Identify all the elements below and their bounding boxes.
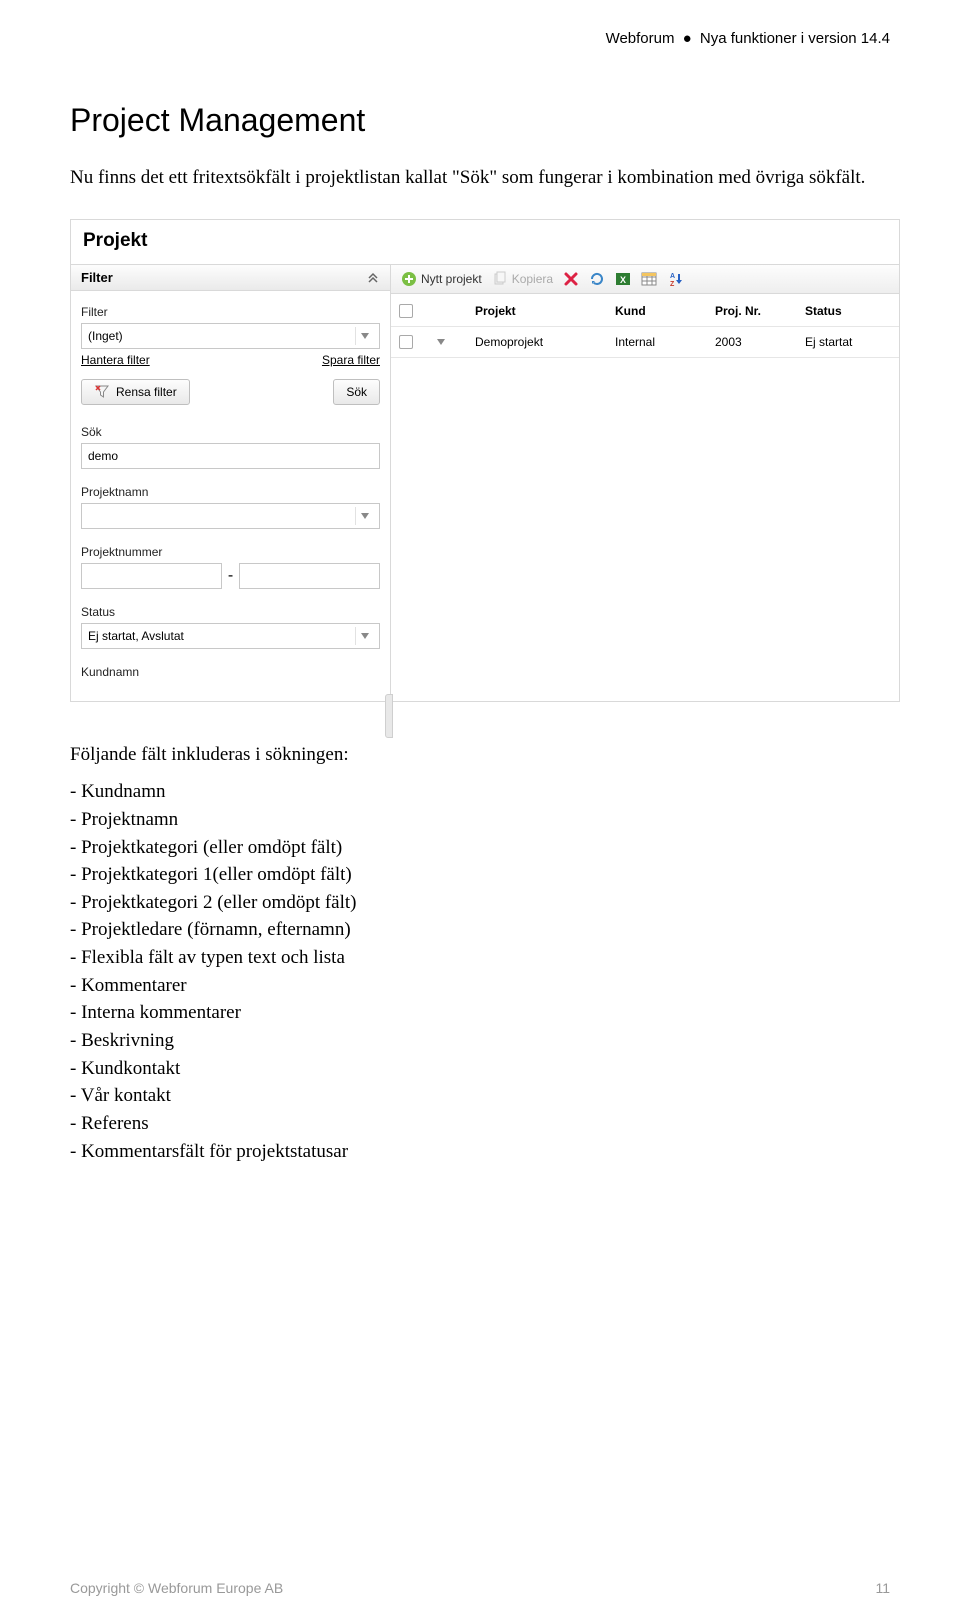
- post-text: Följande fält inkluderas i sökningen: - …: [70, 742, 890, 1165]
- dropdown-icon: [355, 327, 373, 345]
- row-projekt: Demoprojekt: [467, 335, 607, 349]
- status-select[interactable]: Ej startat, Avslutat: [81, 623, 380, 649]
- post-list-item: - Projektkategori 1(eller omdöpt fält): [70, 862, 890, 888]
- header-rest: Nya funktioner i version 14.4: [700, 30, 890, 47]
- header-bullet: ●: [683, 30, 692, 47]
- post-list: - Kundnamn- Projektnamn- Projektkategori…: [70, 779, 890, 1164]
- save-filter-link[interactable]: Spara filter: [322, 353, 380, 367]
- post-list-item: - Referens: [70, 1111, 890, 1137]
- filter-panel-label: Filter: [81, 270, 113, 285]
- post-list-item: - Projektkategori (eller omdöpt fält): [70, 835, 890, 861]
- projectnumber-label: Projektnummer: [81, 545, 380, 559]
- page-title: Project Management: [70, 102, 890, 139]
- copy-icon: [492, 271, 508, 287]
- row-projnr: 2003: [707, 335, 797, 349]
- footer-copyright: Copyright © Webforum Europe AB: [70, 1580, 283, 1596]
- post-lead: Följande fält inkluderas i sökningen:: [70, 742, 890, 768]
- search-button-label: Sök: [346, 385, 367, 399]
- app-screenshot: Projekt Filter Filter (Inget) Hantera fi…: [70, 219, 900, 702]
- search-label: Sök: [81, 425, 380, 439]
- new-project-button[interactable]: Nytt projekt: [401, 271, 482, 287]
- footer: Copyright © Webforum Europe AB 11: [70, 1580, 890, 1596]
- col-status[interactable]: Status: [797, 304, 899, 318]
- dropdown-icon: [355, 627, 373, 645]
- post-list-item: - Kundnamn: [70, 779, 890, 805]
- app-title: Projekt: [71, 220, 899, 264]
- sort-az-icon: AZ: [667, 271, 683, 287]
- col-kund[interactable]: Kund: [607, 304, 707, 318]
- post-list-item: - Kommentarsfält för projektstatusar: [70, 1139, 890, 1165]
- search-button[interactable]: Sök: [333, 379, 380, 405]
- svg-text:A: A: [670, 273, 675, 280]
- manage-filter-link[interactable]: Hantera filter: [81, 353, 150, 367]
- projectnumber-to-input[interactable]: [239, 563, 380, 589]
- delete-button[interactable]: [563, 271, 579, 287]
- refresh-button[interactable]: [589, 271, 605, 287]
- projectnumber-from-input[interactable]: [81, 563, 222, 589]
- filter-panel-header[interactable]: Filter: [71, 264, 390, 291]
- svg-text:Z: Z: [670, 281, 675, 287]
- svg-text:X: X: [620, 275, 626, 285]
- sidebar: Filter Filter (Inget) Hantera filter Spa…: [71, 264, 391, 701]
- filter-select[interactable]: (Inget): [81, 323, 380, 349]
- status-label: Status: [81, 605, 380, 619]
- post-list-item: - Vår kontakt: [70, 1083, 890, 1109]
- status-value: Ej startat, Avslutat: [88, 629, 184, 643]
- select-all-checkbox[interactable]: [399, 304, 413, 318]
- export-excel-button[interactable]: X: [615, 271, 631, 287]
- filter-select-value: (Inget): [88, 329, 123, 343]
- row-expand-icon[interactable]: [437, 339, 445, 345]
- intro-paragraph: Nu finns det ett fritextsökfält i projek…: [70, 165, 890, 191]
- dropdown-icon: [355, 507, 373, 525]
- col-projnr[interactable]: Proj. Nr.: [707, 304, 797, 318]
- footer-page: 11: [875, 1580, 890, 1596]
- projectname-label: Projektnamn: [81, 485, 380, 499]
- table-header: Projekt Kund Proj. Nr. Status: [391, 294, 899, 327]
- excel-icon: X: [615, 271, 631, 287]
- post-list-item: - Projektledare (förnamn, efternamn): [70, 917, 890, 943]
- funnel-clear-icon: [94, 384, 110, 400]
- header-brand: Webforum: [606, 30, 675, 47]
- columns-icon: [641, 271, 657, 287]
- doc-header: Webforum ● Nya funktioner i version 14.4: [70, 30, 890, 47]
- row-kund: Internal: [607, 335, 707, 349]
- post-list-item: - Kommentarer: [70, 973, 890, 999]
- refresh-icon: [589, 271, 605, 287]
- main-panel: Nytt projekt Kopiera: [391, 264, 899, 701]
- col-projekt[interactable]: Projekt: [467, 304, 607, 318]
- new-project-label: Nytt projekt: [421, 272, 482, 286]
- delete-icon: [563, 271, 579, 287]
- clear-filter-button[interactable]: Rensa filter: [81, 379, 190, 405]
- columns-button[interactable]: [641, 271, 657, 287]
- search-input[interactable]: [81, 443, 380, 469]
- filter-label: Filter: [81, 305, 380, 319]
- projectname-select[interactable]: [81, 503, 380, 529]
- copy-label: Kopiera: [512, 272, 553, 286]
- plus-icon: [401, 271, 417, 287]
- post-list-item: - Projektkategori 2 (eller omdöpt fält): [70, 890, 890, 916]
- row-status: Ej startat: [797, 335, 899, 349]
- collapse-icon: [366, 270, 380, 284]
- post-list-item: - Interna kommentarer: [70, 1000, 890, 1026]
- kundnamn-label: Kundnamn: [81, 665, 380, 679]
- range-separator: -: [228, 567, 233, 585]
- clear-filter-label: Rensa filter: [116, 385, 177, 399]
- sort-button[interactable]: AZ: [667, 271, 683, 287]
- table-row[interactable]: Demoprojekt Internal 2003 Ej startat: [391, 327, 899, 358]
- post-list-item: - Kundkontakt: [70, 1056, 890, 1082]
- copy-button[interactable]: Kopiera: [492, 271, 553, 287]
- sidebar-collapse-handle[interactable]: [385, 694, 393, 738]
- post-list-item: - Flexibla fält av typen text och lista: [70, 945, 890, 971]
- toolbar: Nytt projekt Kopiera: [391, 264, 899, 294]
- post-list-item: - Beskrivning: [70, 1028, 890, 1054]
- post-list-item: - Projektnamn: [70, 807, 890, 833]
- row-checkbox[interactable]: [399, 335, 413, 349]
